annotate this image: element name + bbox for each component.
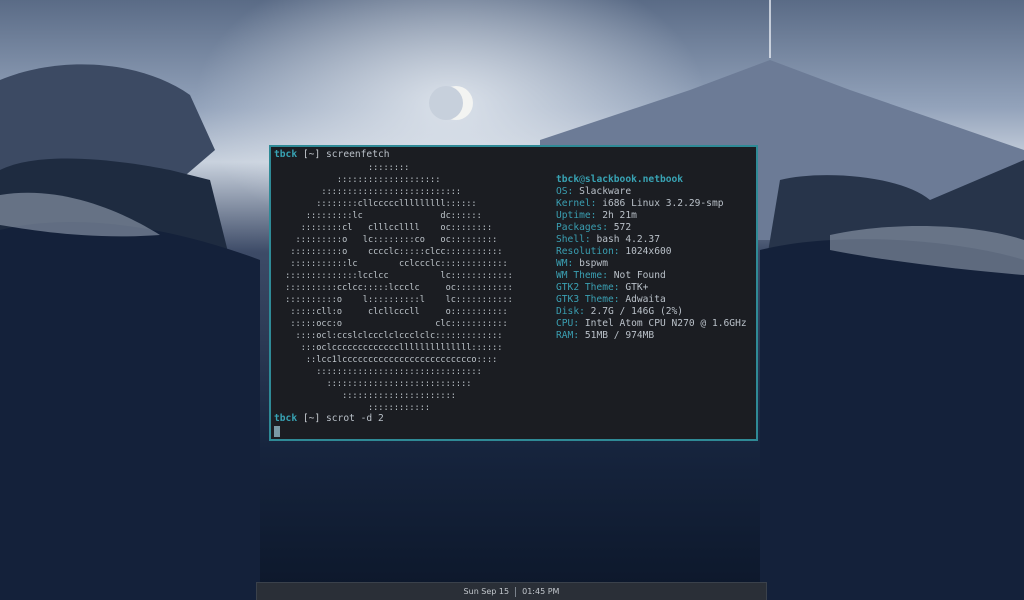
ascii-line: ::lcc1lccccccccccccccccccccccccco:::: [280,355,498,365]
ascii-line: :::::::::::: [280,403,431,413]
info-value: 572 [613,222,632,233]
command-text: scrot -d 2 [326,413,384,424]
ascii-line: :::::::::::::::::::::::::::::::: [280,367,482,377]
info-key: WM Theme: [556,270,608,281]
info-value: bash 4.2.37 [596,234,660,245]
info-value: i686 Linux 3.2.29-smp [602,198,724,209]
info-key: GTK3 Theme: [556,294,620,305]
info-row: Uptime: 2h 21m [556,210,747,222]
info-value: 2h 21m [602,210,637,221]
info-key: Packages: [556,222,608,233]
info-key: CPU: [556,318,580,329]
terminal-cursor [274,426,280,437]
info-row: WM: bspwm [556,258,747,270]
ascii-line: ::::::::::o l::::::::::l lc::::::::::: [280,295,513,305]
ascii-line: :::::::::::::::::::: [280,175,441,185]
prompt-path: [~] [302,413,321,424]
info-row: GTK2 Theme: GTK+ [556,282,747,294]
ascii-line: ::::::::cl clllccllll oc:::::::: [280,223,493,233]
ascii-line: ::::::::cllccccclllllllll:::::: [280,199,477,209]
info-row: Disk: 2.7G / 146G (2%) [556,306,747,318]
info-value: GTK+ [625,282,649,293]
info-value: bspwm [579,258,608,269]
info-row: WM Theme: Not Found [556,270,747,282]
info-row: GTK3 Theme: Adwaita [556,294,747,306]
info-row: Kernel: i686 Linux 3.2.29-smp [556,198,747,210]
info-key: Resolution: [556,246,620,257]
info-row: Shell: bash 4.2.37 [556,234,747,246]
info-row: Resolution: 1024x600 [556,246,747,258]
info-key: Disk: [556,306,585,317]
status-date: Sun Sep 15 [463,587,510,596]
ascii-line: :::::::::::lc cclccclc::::::::::::: [280,259,508,269]
info-key: WM: [556,258,574,269]
ascii-line: :::::cll:o clcllcccll o::::::::::: [280,307,508,317]
info-key: GTK2 Theme: [556,282,620,293]
host-line: tbck@slackbook.netbook [556,174,747,186]
host-name: slackbook.netbook [584,174,684,185]
info-value: Slackware [579,186,632,197]
status-time: 01:45 PM [522,587,560,596]
host-user: tbck [556,174,580,185]
ascii-line: :::oclcccccccccccccllllllllllllll:::::: [280,343,503,353]
info-row: OS: Slackware [556,186,747,198]
ascii-line: :::::::::::::::::::::::::::: [280,379,472,389]
info-value: Not Found [613,270,666,281]
prompt-user: tbck [274,413,298,424]
slackware-ascii-logo: :::::::: :::::::::::::::::::: ::::::::::… [280,162,513,414]
ascii-line: ::::::::::o cccclc:::::clcc::::::::::: [280,247,503,257]
info-key: Uptime: [556,210,597,221]
info-key: RAM: [556,330,580,341]
command-text: screenfetch [326,149,390,160]
prompt-line-2: tbck [~] scrot -d 2 [274,413,384,425]
info-row: Packages: 572 [556,222,747,234]
info-value: 1024x600 [625,246,672,257]
info-row: CPU: Intel Atom CPU N270 @ 1.6GHz [556,318,747,330]
moon-icon [429,86,473,120]
ascii-line: :::::::::o lc::::::::co oc::::::::: [280,235,498,245]
system-info: tbck@slackbook.netbook OS: Slackware Kern… [556,174,747,342]
prompt-user: tbck [274,149,298,160]
ascii-line: :::::::: [280,163,410,173]
ascii-line: ::::::::::::::::::::::::::: [280,187,462,197]
status-separator [515,586,517,597]
prompt-line-1: tbck [~] screenfetch [274,149,390,161]
ascii-line: ::::::::::cclcc:::::lccclc oc::::::::::: [280,283,513,293]
info-key: Shell: [556,234,591,245]
info-key: OS: [556,186,574,197]
info-value: 2.7G / 146G (2%) [590,306,684,317]
info-value: Adwaita [625,294,666,305]
prompt-path: [~] [302,149,321,160]
ascii-line: :::::::::lc dc:::::: [280,211,482,221]
info-value: 51MB / 974MB [584,330,655,341]
info-value: Intel Atom CPU N270 @ 1.6GHz [584,318,747,329]
ascii-line: :::::occ:o clc::::::::::: [280,319,508,329]
ascii-line: ::::::::::::::lcclcc lc:::::::::::: [280,271,513,281]
ascii-line: :::::::::::::::::::::: [280,391,456,401]
terminal-window[interactable]: tbck [~] screenfetch :::::::: ::::::::::… [269,145,758,441]
info-row: RAM: 51MB / 974MB [556,330,747,342]
status-bar: Sun Sep 15 01:45 PM [256,582,767,600]
ascii-line: ::::ocl:ccslclccclclccclclc::::::::::::: [280,331,503,341]
info-key: Kernel: [556,198,597,209]
